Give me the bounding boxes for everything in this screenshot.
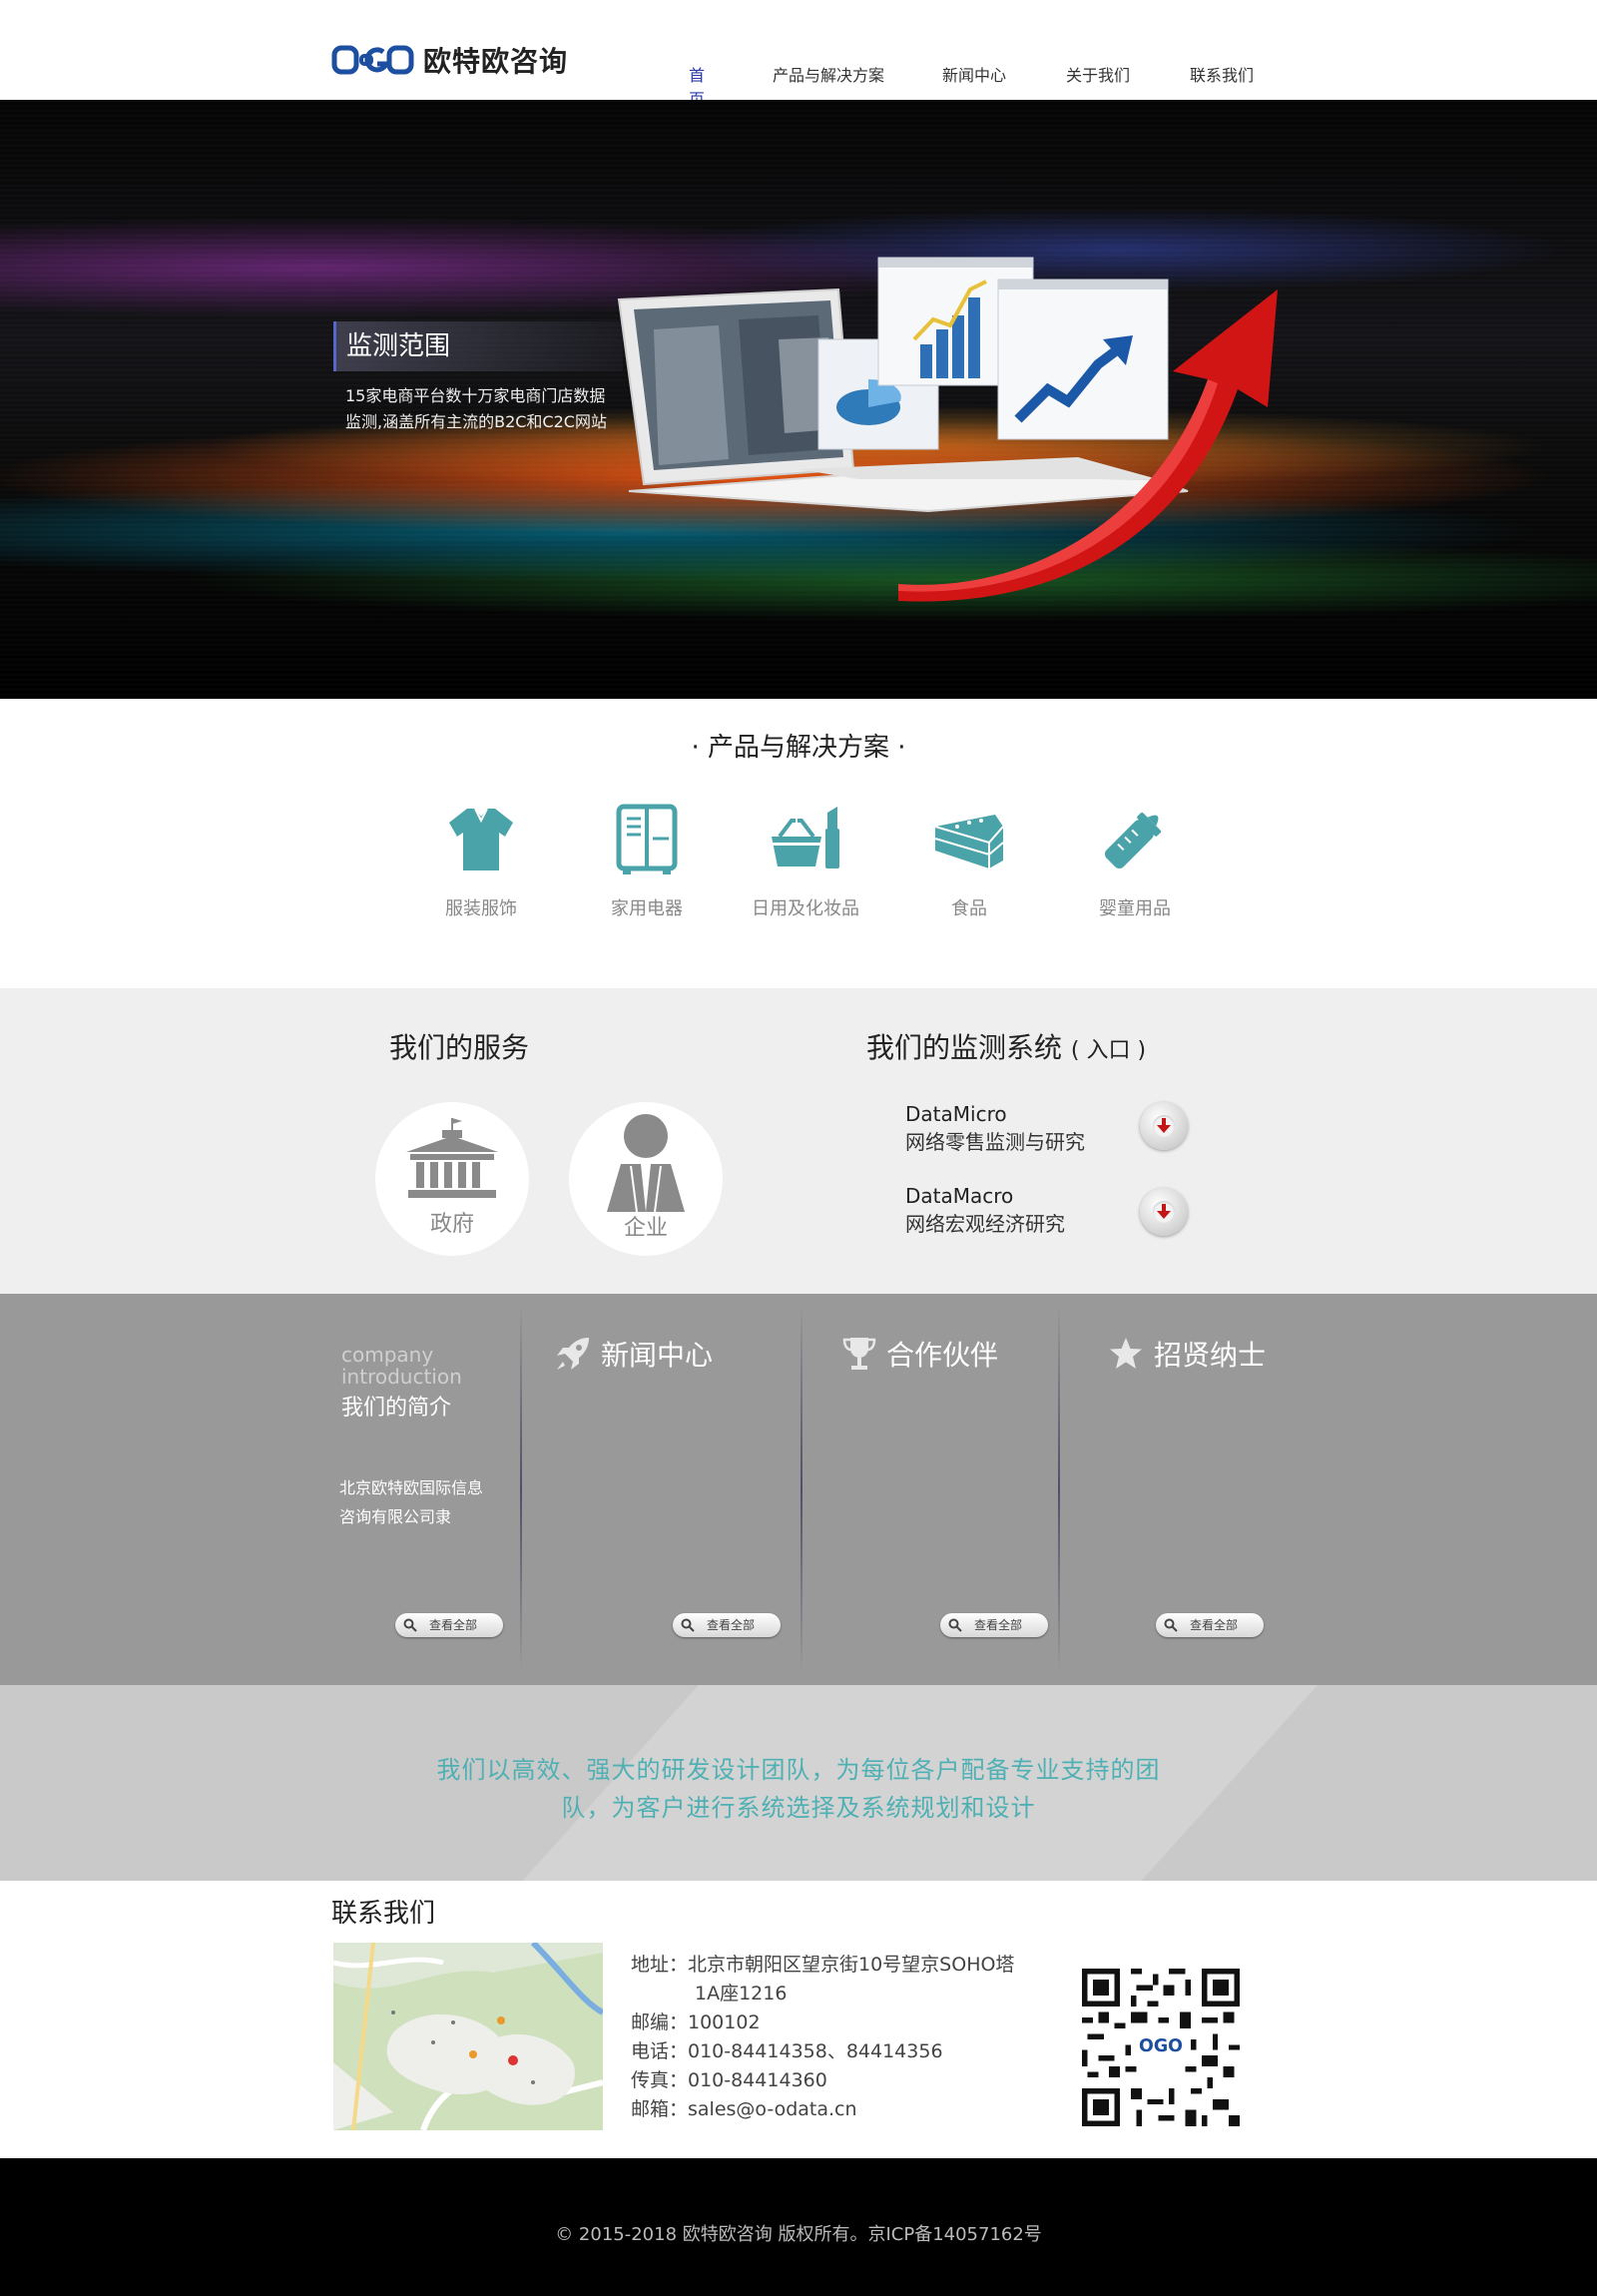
company-intro-column: company introduction 我们的简介 北京欧特欧国际信息 咨询有… <box>0 1294 519 1685</box>
view-all-label: 查看全部 <box>429 1618 478 1632</box>
site-header: 欧特欧咨询 首页 产品与解决方案 新闻中心 关于我们 联系我们 <box>0 0 1597 109</box>
search-icon <box>948 1618 962 1632</box>
enterprise-service-button[interactable]: 企业 <box>569 1102 723 1256</box>
monitor-title-text: 我们的监测系统 <box>866 1031 1063 1064</box>
arrow-down-icon <box>1157 1204 1171 1219</box>
intro-text-line-2: 咨询有限公司隶 <box>339 1507 452 1526</box>
intro-text-line-1: 北京欧特欧国际信息 <box>339 1478 484 1497</box>
banner-desc-line-1: 15家电商平台数十万家电商门店数据 <box>345 386 606 405</box>
column-divider <box>1058 1304 1060 1673</box>
news-heading[interactable]: 新闻中心 <box>555 1334 713 1374</box>
brand-name: 欧特欧咨询 <box>423 45 569 78</box>
product-appliances[interactable]: 家用电器 <box>577 799 717 920</box>
nav-products[interactable]: 产品与解决方案 <box>773 62 884 86</box>
tshirt-icon <box>449 808 513 870</box>
cake-icon <box>934 815 1004 868</box>
services-section: 我们的服务 政府 企业 我们的监测系统 ( 入口 ) DataMicro 网络零… <box>0 988 1597 1294</box>
news-view-all-button[interactable]: 查看全部 <box>673 1613 781 1637</box>
logo-mark-icon <box>331 45 414 75</box>
products-section: · 产品与解决方案 · 服装服饰 家用电器 日用及化妆品 食品 婴童用品 <box>0 699 1597 988</box>
monitor-entry-label: ( 入口 ) <box>1070 1038 1147 1063</box>
government-label: 政府 <box>429 1212 474 1237</box>
trophy-icon <box>842 1338 876 1370</box>
copyright-text: © 2015-2018 欧特欧咨询 版权所有。京ICP备14057162号 <box>555 2224 1042 2245</box>
contact-email[interactable]: 邮箱：sales@o-odata.cn <box>631 2095 1014 2124</box>
slogan-line-2: 队，为客户进行系统选择及系统规划和设计 <box>561 1794 1036 1822</box>
product-label: 家用电器 <box>611 898 683 919</box>
product-label: 婴童用品 <box>1099 898 1171 919</box>
contact-address-line-2: 1A座1216 <box>695 1983 788 2005</box>
slogan-text: 我们以高效、强大的研发设计团队，为每位各户配备专业支持的团 队，为客户进行系统选… <box>399 1751 1198 1827</box>
refrigerator-icon <box>616 804 678 874</box>
news-title: 新闻中心 <box>601 1339 714 1372</box>
contact-address: 地址：北京市朝阳区望京街10号望京SOHO塔 <box>631 1954 1015 1976</box>
intro-en-line-1: company <box>341 1343 434 1367</box>
datamicro-enter-button[interactable] <box>1140 1102 1188 1150</box>
search-icon <box>1164 1618 1178 1632</box>
banner-title: 监测范围 <box>333 321 623 371</box>
view-all-label: 查看全部 <box>707 1618 756 1632</box>
monitor-title: 我们的监测系统 ( 入口 ) <box>866 1026 1146 1066</box>
laptop-chart-illustration <box>617 257 1278 602</box>
contact-postcode: 邮编：100102 <box>631 2011 761 2033</box>
partners-title: 合作伙伴 <box>886 1339 999 1372</box>
partners-heading[interactable]: 合作伙伴 <box>842 1334 998 1374</box>
site-logo[interactable]: 欧特欧咨询 <box>331 40 568 80</box>
rocket-icon <box>557 1338 589 1370</box>
site-footer: © 2015-2018 欧特欧咨询 版权所有。京ICP备14057162号 <box>0 2158 1597 2296</box>
enterprise-label: 企业 <box>623 1216 668 1241</box>
banner-description: 15家电商平台数十万家电商门店数据 监测,涵盖所有主流的B2C和C2C网站 <box>333 383 623 435</box>
intro-view-all-button[interactable]: 查看全部 <box>395 1613 503 1637</box>
info-section: company introduction 我们的简介 北京欧特欧国际信息 咨询有… <box>0 1294 1597 1685</box>
product-label: 日用及化妆品 <box>752 898 859 919</box>
arrow-down-icon <box>1157 1118 1171 1133</box>
column-divider <box>800 1304 802 1673</box>
jobs-view-all-button[interactable]: 查看全部 <box>1156 1613 1264 1637</box>
nav-contact[interactable]: 联系我们 <box>1190 62 1254 86</box>
products-title: · 产品与解决方案 · <box>691 733 906 763</box>
column-divider <box>520 1304 522 1673</box>
qr-logo-letters: OGO <box>1139 2036 1183 2056</box>
nav-about[interactable]: 关于我们 <box>1066 62 1130 86</box>
nav-news[interactable]: 新闻中心 <box>942 62 1006 86</box>
contact-details: 地址：北京市朝阳区望京街10号望京SOHO塔 1A座1216 邮编：100102… <box>631 1951 1014 2124</box>
intro-en-line-2: introduction <box>341 1365 462 1389</box>
government-building-icon <box>406 1118 498 1198</box>
slogan-line-1: 我们以高效、强大的研发设计团队，为每位各户配备专业支持的团 <box>436 1756 1161 1784</box>
hero-banner[interactable]: 监测范围 15家电商平台数十万家电商门店数据 监测,涵盖所有主流的B2C和C2C… <box>0 100 1597 699</box>
contact-fax: 传真：010-84414360 <box>631 2069 827 2091</box>
search-icon <box>681 1618 695 1632</box>
jobs-title: 招贤纳士 <box>1154 1339 1267 1372</box>
partners-view-all-button[interactable]: 查看全部 <box>940 1613 1048 1637</box>
baby-bottle-icon <box>1104 812 1162 869</box>
services-title: 我们的服务 <box>389 1031 530 1064</box>
slogan-section: 我们以高效、强大的研发设计团队，为每位各户配备专业支持的团 队，为客户进行系统选… <box>0 1685 1597 1881</box>
search-icon <box>403 1618 417 1632</box>
intro-text: 北京欧特欧国际信息 咨询有限公司隶 <box>339 1473 509 1531</box>
product-label: 服装服饰 <box>445 898 517 919</box>
contact-phone: 电话：010-84414358、84414356 <box>631 2040 943 2062</box>
product-cosmetics[interactable]: 日用及化妆品 <box>736 799 875 920</box>
government-service-button[interactable]: 政府 <box>375 1102 529 1256</box>
product-food[interactable]: 食品 <box>899 799 1039 920</box>
jobs-heading[interactable]: 招贤纳士 <box>1108 1334 1266 1374</box>
intro-title: 我们的简介 <box>341 1396 452 1421</box>
banner-desc-line-2: 监测,涵盖所有主流的B2C和C2C网站 <box>345 412 607 431</box>
star-icon <box>1110 1338 1142 1369</box>
datamacro-enter-button[interactable] <box>1140 1188 1188 1236</box>
product-label: 食品 <box>951 898 987 919</box>
qr-code: OGO <box>1082 1969 1240 2126</box>
contact-title: 联系我们 <box>331 1899 436 1929</box>
product-clothing[interactable]: 服装服饰 <box>411 799 551 920</box>
intro-english-title: company introduction <box>341 1344 462 1388</box>
view-all-label: 查看全部 <box>1190 1618 1239 1632</box>
view-all-label: 查看全部 <box>974 1618 1023 1632</box>
product-baby[interactable]: 婴童用品 <box>1065 799 1205 920</box>
basket-lipstick-icon <box>772 807 839 868</box>
location-map[interactable] <box>333 1943 603 2130</box>
banner-caption: 监测范围 15家电商平台数十万家电商门店数据 监测,涵盖所有主流的B2C和C2C… <box>333 321 623 435</box>
product-list: 服装服饰 家用电器 日用及化妆品 食品 婴童用品 <box>411 799 1200 928</box>
business-person-icon <box>607 1114 685 1212</box>
contact-section: 联系我们 地址：北京市朝阳区望京街10号望京SOHO塔 1A座1216 邮编：1… <box>0 1881 1597 2158</box>
